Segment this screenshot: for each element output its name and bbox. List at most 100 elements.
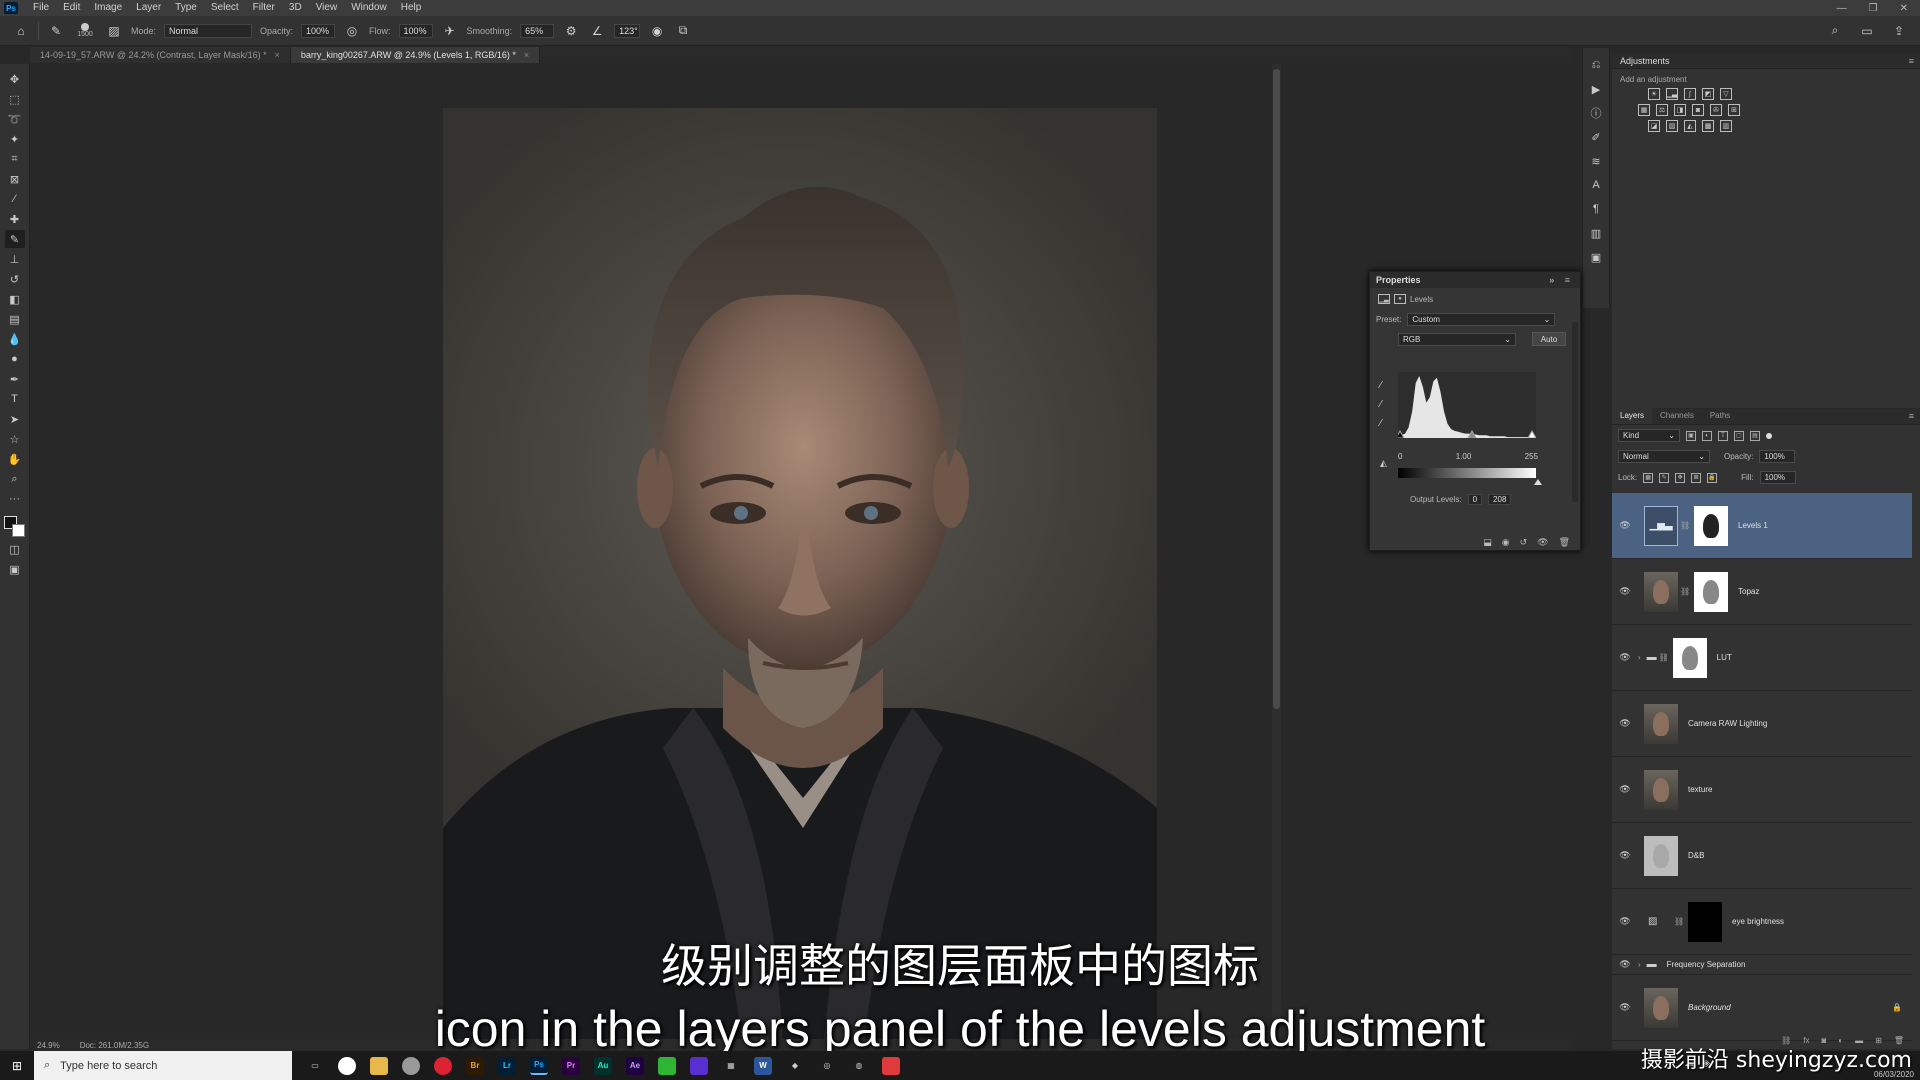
link-icon[interactable]: ⛓ [1659,653,1669,662]
collapse-icon[interactable]: » ≡ [1549,275,1574,285]
channel-select[interactable]: RGB ⌄ [1398,332,1516,346]
reset-icon[interactable]: ↺ [1520,537,1528,548]
adjustment-layer-icon[interactable]: ▨ [1648,916,1672,927]
close-icon[interactable]: × [524,47,529,63]
gradient-map-icon[interactable]: ▥ [1720,120,1732,132]
exposure-icon[interactable]: ◩ [1702,88,1714,100]
layer-row-texture[interactable]: 👁 texture [1612,757,1912,823]
view-previous-icon[interactable]: ◉ [1502,537,1510,548]
clip-to-layer-icon[interactable]: ⬓ [1483,537,1492,548]
input-white-value[interactable]: 255 [1525,452,1538,461]
layer-row-lut[interactable]: 👁 › ▬ ⛓ LUT [1612,625,1912,691]
menu-help[interactable]: Help [394,0,429,16]
eyedropper-tool-icon[interactable]: ⁄ [5,190,25,208]
layer-opacity-field[interactable]: 100% [1759,450,1796,463]
type-filter-icon[interactable]: T [1718,430,1728,441]
close-icon[interactable]: × [275,47,280,63]
dodge-tool-icon[interactable]: ● [5,350,25,368]
menu-file[interactable]: File [26,0,56,16]
angle-field[interactable]: 123° [614,23,641,38]
tab-paths[interactable]: Paths [1702,408,1738,424]
file-explorer-icon[interactable] [370,1056,388,1075]
delete-icon[interactable]: 🗑 [1559,537,1570,548]
pixel-filter-icon[interactable]: ▣ [1686,430,1696,441]
character-icon[interactable]: A [1588,178,1604,192]
panel-menu-icon[interactable]: ≡ [1909,408,1914,424]
paragraph-icon[interactable]: ¶ [1588,202,1604,216]
mask-icon[interactable]: ● [1394,294,1406,304]
input-black-value[interactable]: 0 [1398,452,1402,461]
opacity-field[interactable]: 100% [301,23,336,38]
levels-icon[interactable]: ▁▃ [1666,88,1678,100]
history-brush-tool-icon[interactable]: ↺ [5,270,25,288]
tab-layers[interactable]: Layers [1612,408,1653,424]
airbrush-icon[interactable]: ✈ [441,22,459,40]
visibility-eye-icon[interactable]: 👁 [1612,652,1638,663]
visibility-eye-icon[interactable]: 👁 [1612,586,1638,597]
lock-artboard-icon[interactable]: ⊠ [1691,472,1702,483]
more-tools-icon[interactable]: ··· [5,490,25,508]
menu-type[interactable]: Type [168,0,204,16]
word-icon[interactable]: W [754,1056,772,1075]
hand-tool-icon[interactable]: ✋ [5,450,25,468]
preset-select[interactable]: Custom ⌄ [1407,313,1556,326]
background-color-swatch[interactable] [11,524,25,537]
chevron-right-icon[interactable]: › [1638,653,1641,662]
app-icon[interactable] [690,1056,708,1075]
panel-title[interactable]: Adjustments [1620,56,1670,66]
lock-transparent-icon[interactable]: ▦ [1643,472,1654,483]
hue-saturation-icon[interactable]: ▦ [1638,104,1650,116]
libraries-icon[interactable]: ▥ [1588,226,1604,240]
gear-icon[interactable]: ⚙ [562,22,580,40]
output-black-field[interactable]: 0 [1467,494,1483,505]
menu-select[interactable]: Select [204,0,246,16]
invert-icon[interactable]: ◪ [1648,120,1660,132]
frame-tool-icon[interactable]: ⊠ [5,170,25,188]
black-white-icon[interactable]: ◨ [1674,104,1686,116]
menu-3d[interactable]: 3D [282,0,309,16]
pressure-opacity-icon[interactable]: ◎ [343,22,361,40]
menu-view[interactable]: View [309,0,345,16]
smoothing-field[interactable]: 65% [520,23,555,38]
layer-mask-thumbnail[interactable] [1694,571,1728,612]
lasso-tool-icon[interactable]: ➰ [5,110,25,128]
visibility-icon[interactable]: 👁 [1537,537,1548,548]
move-tool-icon[interactable]: ✥ [5,70,25,88]
levels-adjustment-thumbnail-icon[interactable]: ▁▅▃ [1644,505,1678,546]
search-icon[interactable]: ⌕ [1826,22,1844,40]
layer-mask-thumbnail[interactable] [1672,637,1707,678]
lock-all-icon[interactable]: 🔒 [1707,472,1718,483]
flow-field[interactable]: 100% [398,23,433,38]
menu-filter[interactable]: Filter [246,0,282,16]
visibility-eye-icon[interactable]: 👁 [1612,850,1638,861]
levels-histogram[interactable] [1395,372,1537,439]
audition-icon[interactable]: Au [594,1056,612,1075]
canvas-scrollbar[interactable] [1272,64,1281,1039]
kind-filter-select[interactable]: Kind ⌄ [1618,429,1680,442]
menu-image[interactable]: Image [87,0,129,16]
minimize-button[interactable]: — [1837,3,1847,14]
layer-thumbnail[interactable] [1644,769,1678,810]
restore-button[interactable]: ❐ [1869,3,1878,14]
visibility-eye-icon[interactable]: 👁 [1612,718,1638,729]
share-icon[interactable]: ⇪ [1890,22,1908,40]
levels-icon[interactable]: ▁▃ [1378,294,1390,304]
menu-layer[interactable]: Layer [129,0,168,16]
symmetry-icon[interactable]: ⧉ [674,22,692,40]
quick-select-tool-icon[interactable]: ✦ [5,130,25,148]
canvas-area[interactable] [31,64,1570,1039]
threshold-icon[interactable]: ◭ [1684,120,1696,132]
menu-window[interactable]: Window [344,0,394,16]
workspace-icon[interactable]: ▭ [1858,22,1876,40]
output-white-field[interactable]: 208 [1488,494,1512,505]
pen-tool-icon[interactable]: ✒ [5,370,25,388]
tab-channels[interactable]: Channels [1652,408,1702,424]
channel-mixer-icon[interactable]: ✇ [1710,104,1722,116]
layer-thumbnail[interactable] [1644,835,1678,876]
layer-thumbnail[interactable] [1644,703,1678,744]
layer-row-camera-raw-lighting[interactable]: 👁 Camera RAW Lighting [1612,691,1912,757]
photo-filter-icon[interactable]: ◙ [1692,104,1704,116]
input-white-slider[interactable] [1527,429,1537,439]
layer-thumbnail[interactable] [1644,571,1678,612]
type-tool-icon[interactable]: T [5,390,25,408]
